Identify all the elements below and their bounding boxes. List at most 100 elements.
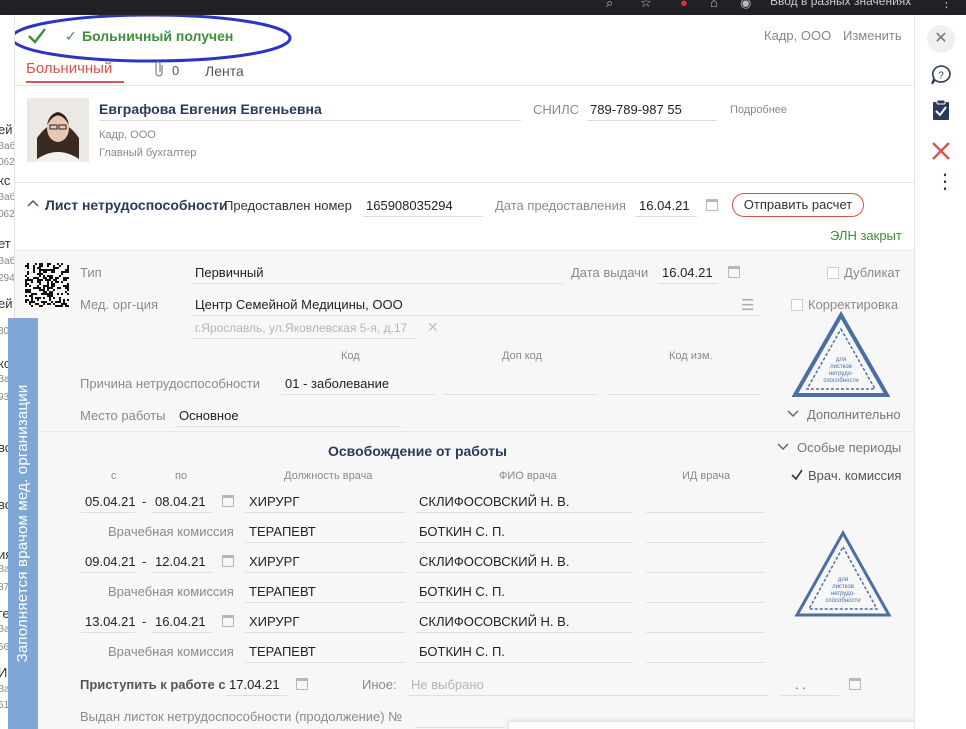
doctor-name-value[interactable]: СКЛИФОСОВСКИЙ Н. В. [419,494,569,509]
commission-doctor-value[interactable]: БОТКИН С. П. [419,584,505,599]
commission-position-value[interactable]: ТЕРАПЕВТ [249,524,316,539]
special-periods-link[interactable]: Особые периоды [797,440,901,455]
chevron-up-icon[interactable] [27,198,39,208]
reason-value[interactable]: 01 - заболевание [285,376,389,391]
stamp-triangle-top: для листков нетрудо- способности [791,311,891,397]
tab-feed[interactable]: Лента [205,63,244,79]
stamp-text-line3: нетрудо- [831,591,855,597]
doctor-name-value[interactable]: СКЛИФОСОВСКИЙ Н. В. [419,554,569,569]
delete-icon[interactable] [931,141,951,161]
background-list-item: Заб [0,141,14,152]
period-to-value[interactable]: 16.04.21 [155,614,206,629]
continuation-label: Выдан листок нетрудоспособности (продолж… [80,709,403,724]
snils-underline [587,120,717,121]
clipboard-check-icon[interactable] [932,99,950,121]
qr-code [25,263,69,307]
list-icon[interactable]: ☰ [741,296,754,314]
return-date-value[interactable]: 17.04.21 [229,677,280,692]
doctor-position-value[interactable]: ХИРУРГ [249,614,299,629]
code-header: Код [341,350,360,362]
company-name[interactable]: Кадр, ООО [764,28,831,43]
stamp-text-line3: нетрудо- [829,371,853,377]
extension-icon[interactable]: ● [680,0,688,9]
commission-position-value[interactable]: ТЕРАПЕВТ [249,584,316,599]
commission-label: Врачебная комиссия [108,584,234,599]
right-action-rail: ✕ ? ⋮ [914,15,966,729]
calendar-icon[interactable] [222,555,234,567]
employee-company: Кадр, ООО [99,129,156,141]
search-icon[interactable]: ⌕ [606,0,613,9]
field-underline [245,632,405,633]
background-list-item: ей [0,122,13,137]
commission-position-value[interactable]: ТЕРАПЕВТ [249,644,316,659]
chevron-down-icon[interactable] [787,409,799,419]
calendar-icon[interactable] [728,266,740,278]
org-value[interactable]: Центр Семейной Медицины, ООО [195,297,403,312]
send-calculation-button[interactable]: Отправить расчет [732,193,864,217]
snils-value[interactable]: 789-789-987 55 [590,102,682,117]
field-underline [152,512,212,513]
calendar-icon[interactable] [706,199,718,211]
changed-code-field[interactable] [607,394,761,395]
reason-underline [281,394,435,395]
profile-icon[interactable]: ◉ [740,0,751,9]
employee-name[interactable]: Евграфова Евгения Евгеньевна [99,101,322,117]
more-vert-icon[interactable]: ⋮ [935,172,955,192]
clear-icon[interactable]: ✕ [427,319,439,336]
calendar-icon[interactable] [222,615,234,627]
doctor-name-value[interactable]: СКЛИФОСОВСКИЙ Н. В. [419,614,569,629]
continuation-field[interactable] [415,727,505,728]
return-date-underline [225,695,287,696]
doctor-position-value[interactable]: ХИРУРГ [249,554,299,569]
snils-label: СНИЛС [533,102,580,117]
commission-doctor-value[interactable]: БОТКИН С. П. [419,644,505,659]
field-underline [245,662,405,663]
period-from-value[interactable]: 09.04.21 [85,554,136,569]
help-icon[interactable]: ? [930,64,952,86]
commission-label: Врачебная комиссия [108,524,234,539]
period-from-value[interactable]: 13.04.21 [85,614,136,629]
tab-sick-leave[interactable]: Больничный [26,60,124,84]
correction-checkbox[interactable] [791,299,803,311]
provision-date-value[interactable]: 16.04.21 [639,198,690,213]
bookmark-text[interactable]: Ввод в разных значениях [770,0,911,8]
period-from-value[interactable]: 05.04.21 [85,494,136,509]
side-tab[interactable]: Заполняется врачом мед. организации [8,318,38,729]
calendar-icon[interactable] [296,678,308,690]
org-underline [191,315,759,316]
more-link[interactable]: Дополнительно [807,407,901,422]
commission-label: Врачебная комиссия [108,644,234,659]
stamp-text-line1: для [836,357,846,363]
home-icon[interactable]: ⌂ [710,0,718,9]
change-link[interactable]: Изменить [843,28,902,43]
calendar-icon[interactable] [849,678,861,690]
number-value[interactable]: 165908035294 [366,198,453,213]
tab-underline [26,81,124,83]
close-icon[interactable]: ✕ [927,25,955,53]
changed-code-header: Код изм. [669,350,713,362]
doctor-position-value[interactable]: ХИРУРГ [249,494,299,509]
field-underline [415,542,633,543]
period-to-value[interactable]: 08.04.21 [155,494,206,509]
field-underline [415,572,633,573]
period-to-value[interactable]: 12.04.21 [155,554,206,569]
duplicate-checkbox[interactable] [827,267,839,279]
calendar-icon[interactable] [222,495,234,507]
workplace-value[interactable]: Основное [179,408,239,423]
commission-checkbox[interactable] [791,469,803,481]
other-date[interactable]: . . [795,677,806,692]
type-underline [191,283,563,284]
commission-doctor-value[interactable]: БОТКИН С. П. [419,524,505,539]
more-vert-icon[interactable]: ⋮ [940,0,953,9]
field-underline [152,632,212,633]
type-value[interactable]: Первичный [195,265,264,280]
attachments-count[interactable]: 0 [172,63,179,78]
chevron-down-icon[interactable] [777,442,789,452]
background-list-item: ей [0,296,13,311]
paperclip-icon[interactable] [154,60,166,78]
extra-code-field[interactable] [444,394,598,395]
details-link[interactable]: Подробнее [730,104,787,116]
issue-date-value[interactable]: 16.04.21 [662,265,713,280]
other-select[interactable]: Не выбрано [411,677,484,692]
star-icon[interactable]: ☆ [640,0,652,9]
